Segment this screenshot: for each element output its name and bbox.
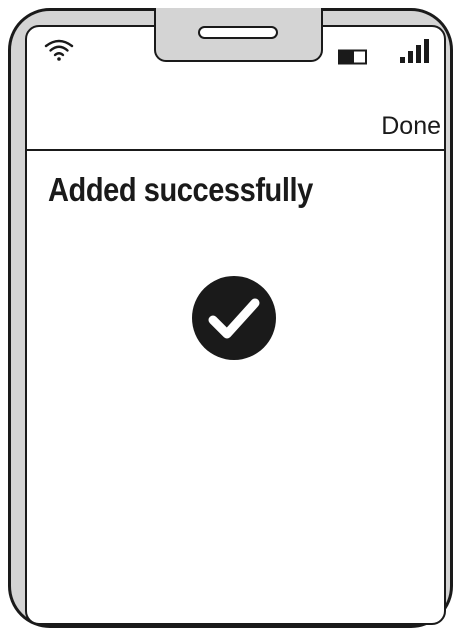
battery-icon: [338, 49, 367, 65]
phone-notch: [154, 8, 323, 62]
done-button[interactable]: Done: [381, 110, 441, 142]
check-circle-icon: [192, 276, 276, 360]
signal-bars-icon: [400, 39, 429, 63]
speaker-slot: [198, 26, 278, 39]
wifi-icon: [44, 39, 74, 61]
page-title: Added successfully: [48, 171, 313, 208]
header-divider: [26, 149, 444, 151]
